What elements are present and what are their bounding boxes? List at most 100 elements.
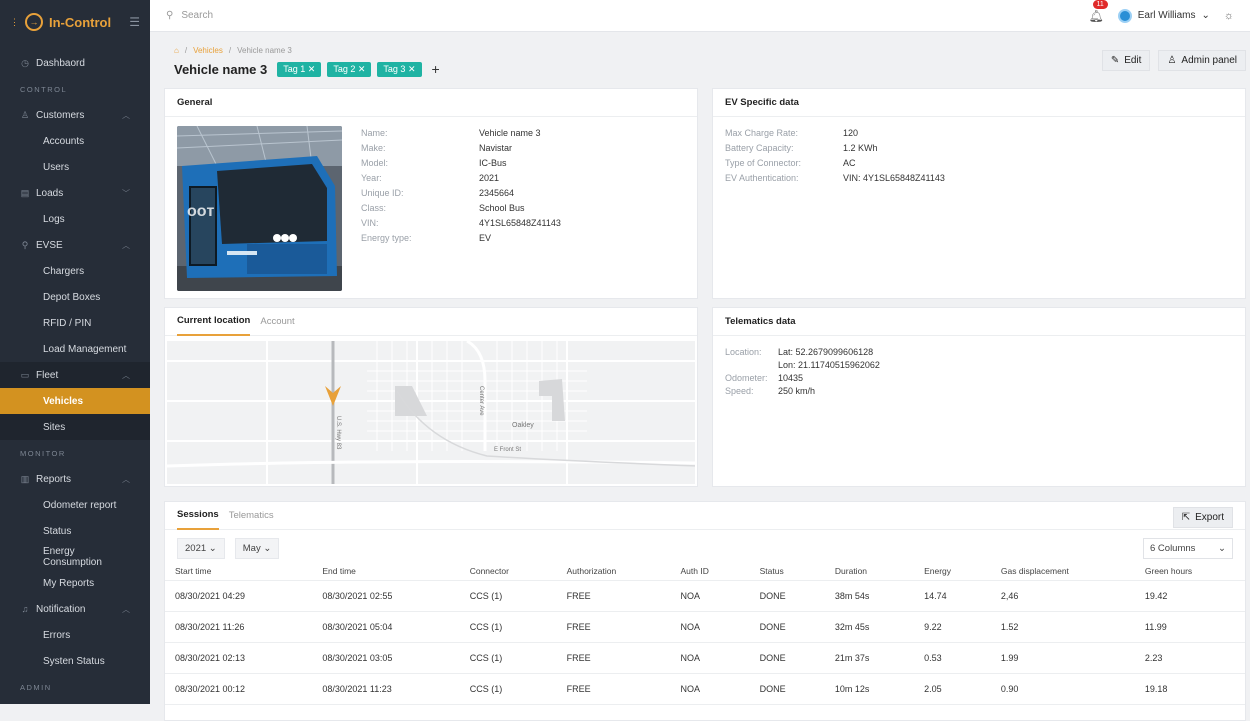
table-cell: 19.42: [1134, 580, 1245, 612]
sidebar-item-evse[interactable]: ⚲ EVSE ︿: [0, 232, 150, 258]
table-cell: 08/30/2021 02:55: [312, 580, 460, 612]
chevron-up-icon: ︿: [122, 240, 130, 250]
sidebar-item-label: Dashbaord: [36, 57, 85, 69]
field-value: 120: [843, 128, 859, 138]
field-label: Odometer:: [725, 373, 768, 383]
table-row[interactable]: 08/30/2021 11:26 08/30/2021 05:04 CCS (1) F…: [165, 611, 1245, 643]
table-row[interactable]: 08/30/2021 04:29 08/30/2021 02:55 CCS (1) F…: [165, 580, 1245, 612]
sidebar-item-fleet[interactable]: ▭ Fleet ︿: [0, 362, 150, 388]
field-label: Name:: [361, 128, 388, 138]
column-header[interactable]: Green hours: [1134, 562, 1245, 581]
longitude-value: Lon: 21.11740515962062: [778, 360, 880, 370]
sidebar-item-status[interactable]: Status: [0, 518, 150, 544]
admin-icon: ♙: [1167, 55, 1177, 66]
table-cell: 08/30/2021 03:05: [312, 642, 460, 674]
sidebar-item-depot-boxes[interactable]: Depot Boxes: [0, 284, 150, 310]
tab-telematics[interactable]: Telematics: [229, 502, 274, 530]
sidebar-item-loads[interactable]: ▤ Loads ﹀: [0, 180, 150, 206]
chart-icon: ▥: [20, 473, 30, 484]
column-header[interactable]: Energy: [914, 562, 991, 581]
column-header[interactable]: Connector: [459, 562, 557, 581]
sidebar-item-system-status[interactable]: Systen Status: [0, 648, 150, 674]
close-icon[interactable]: ✕: [408, 64, 416, 74]
brand: ⋮ → In-Control ☰: [0, 0, 150, 44]
close-icon[interactable]: ✕: [308, 64, 316, 74]
sidebar-item-accounts[interactable]: Accounts: [0, 128, 150, 154]
sidebar-item-users[interactable]: Users: [0, 154, 150, 180]
table-cell: 08/30/2021 04:29: [165, 580, 313, 612]
home-icon[interactable]: ⌂: [174, 46, 179, 55]
column-header[interactable]: Start time: [165, 562, 313, 581]
menu-toggle-icon[interactable]: ☰: [129, 15, 140, 29]
sidebar-item-energy-consumption[interactable]: Energy Consumption: [0, 544, 150, 570]
export-button[interactable]: ⇱ Export: [1172, 507, 1233, 528]
sidebar-item-chargers[interactable]: Chargers: [0, 258, 150, 284]
user-menu[interactable]: Earl Williams ⌄: [1117, 8, 1210, 23]
brand-dots-icon: ⋮: [10, 16, 19, 27]
tab-current-location[interactable]: Current location: [177, 308, 251, 336]
column-header[interactable]: Gas displacement: [990, 562, 1135, 581]
table-cell: 19.18: [1134, 673, 1245, 705]
tab-account[interactable]: Account: [260, 308, 294, 336]
sidebar-item-rfid[interactable]: RFID / PIN: [0, 310, 150, 336]
sidebar-item-label: Fleet: [36, 369, 59, 381]
page-title: Vehicle name 3: [174, 61, 268, 77]
ev-card: EV Specific data Max Charge Rate: 120 Bat…: [712, 88, 1246, 299]
map-label: Oakley: [512, 422, 534, 429]
map-label: U.S. Hwy 83: [335, 416, 341, 450]
section-monitor: MONITOR: [20, 448, 66, 458]
map-label: E Front St: [494, 447, 521, 453]
field-value: 2021: [479, 173, 500, 183]
tag-chip[interactable]: Tag 1 ✕: [277, 61, 322, 77]
map[interactable]: Oakley E Front St Center Ave U.S. Hwy 83: [167, 341, 695, 484]
sidebar-item-logs[interactable]: Logs: [0, 206, 150, 232]
column-header[interactable]: Duration: [824, 562, 915, 581]
settings-icon[interactable]: ☼: [1224, 10, 1234, 22]
sidebar-item-label: Reports: [36, 473, 72, 485]
sidebar-item-vehicles[interactable]: Vehicles: [0, 388, 150, 414]
sidebar-item-load-management[interactable]: Load Management: [0, 336, 150, 362]
sidebar-item-reports[interactable]: ▥ Reports ︿: [0, 466, 150, 492]
user-name: Earl Williams: [1137, 10, 1196, 21]
sidebar-item-my-reports[interactable]: My Reports: [0, 570, 150, 596]
breadcrumb-vehicles[interactable]: Vehicles: [193, 46, 223, 55]
chevron-down-icon: ﹀: [122, 188, 130, 198]
telematics-fields: Location: Lat: 52.2679099606128 Lon: 21.1…: [713, 336, 1245, 408]
field-label: Battery Capacity:: [725, 143, 794, 153]
column-header[interactable]: Status: [749, 562, 825, 581]
table-cell: NOA: [670, 673, 750, 705]
ev-fields: Max Charge Rate: 120 Battery Capacity: 1.2…: [725, 128, 1125, 183]
table-cell: 2,46: [990, 580, 1135, 612]
table-cell: 38m 54s: [824, 580, 915, 612]
edit-button[interactable]: ✎ Edit: [1101, 50, 1151, 71]
column-header[interactable]: Authorization: [556, 562, 671, 581]
sidebar-item-odometer-report[interactable]: Odometer report: [0, 492, 150, 518]
year-value: 2021: [185, 543, 207, 554]
column-header[interactable]: End time: [312, 562, 460, 581]
search-input[interactable]: Search: [181, 10, 213, 21]
columns-select[interactable]: 6 Columns ⌄: [1143, 538, 1233, 559]
admin-panel-button[interactable]: ♙ Admin panel: [1158, 50, 1246, 71]
table-row[interactable]: 08/30/2021 02:13 08/30/2021 03:05 CCS (1) F…: [165, 642, 1245, 674]
month-select[interactable]: May ⌄: [234, 538, 280, 559]
field-label: Class:: [361, 203, 387, 213]
add-tag-button[interactable]: +: [432, 61, 440, 77]
close-icon[interactable]: ✕: [358, 64, 366, 74]
telematics-card: Telematics data Location: Lat: 52.2679099…: [712, 307, 1246, 487]
sidebar-item-dashboard[interactable]: ◷ Dashbaord: [0, 50, 150, 76]
sidebar-item-sites[interactable]: Sites: [0, 414, 150, 440]
column-header[interactable]: Auth ID: [670, 562, 750, 581]
table-cell: 1.52: [990, 611, 1135, 643]
sidebar-item-errors[interactable]: Errors: [0, 622, 150, 648]
tag-chip[interactable]: Tag 2 ✕: [327, 61, 372, 77]
table-cell: 10m 12s: [824, 673, 915, 705]
tag-chip[interactable]: Tag 3 ✕: [377, 61, 422, 77]
sidebar-item-customers[interactable]: ♙ Customers ︿: [0, 102, 150, 128]
sidebar-item-notification[interactable]: ♫ Notification ︿: [0, 596, 150, 622]
tab-sessions[interactable]: Sessions: [177, 502, 219, 530]
year-select[interactable]: 2021 ⌄: [177, 538, 225, 559]
notifications-button[interactable]: 🔔︎ 11: [1089, 0, 1108, 23]
telematics-title: Telematics data: [713, 308, 1245, 336]
table-row[interactable]: 08/30/2021 00:12 08/30/2021 11:23 CCS (1) F…: [165, 673, 1245, 705]
search-box[interactable]: ⚲ Search: [166, 10, 1089, 21]
